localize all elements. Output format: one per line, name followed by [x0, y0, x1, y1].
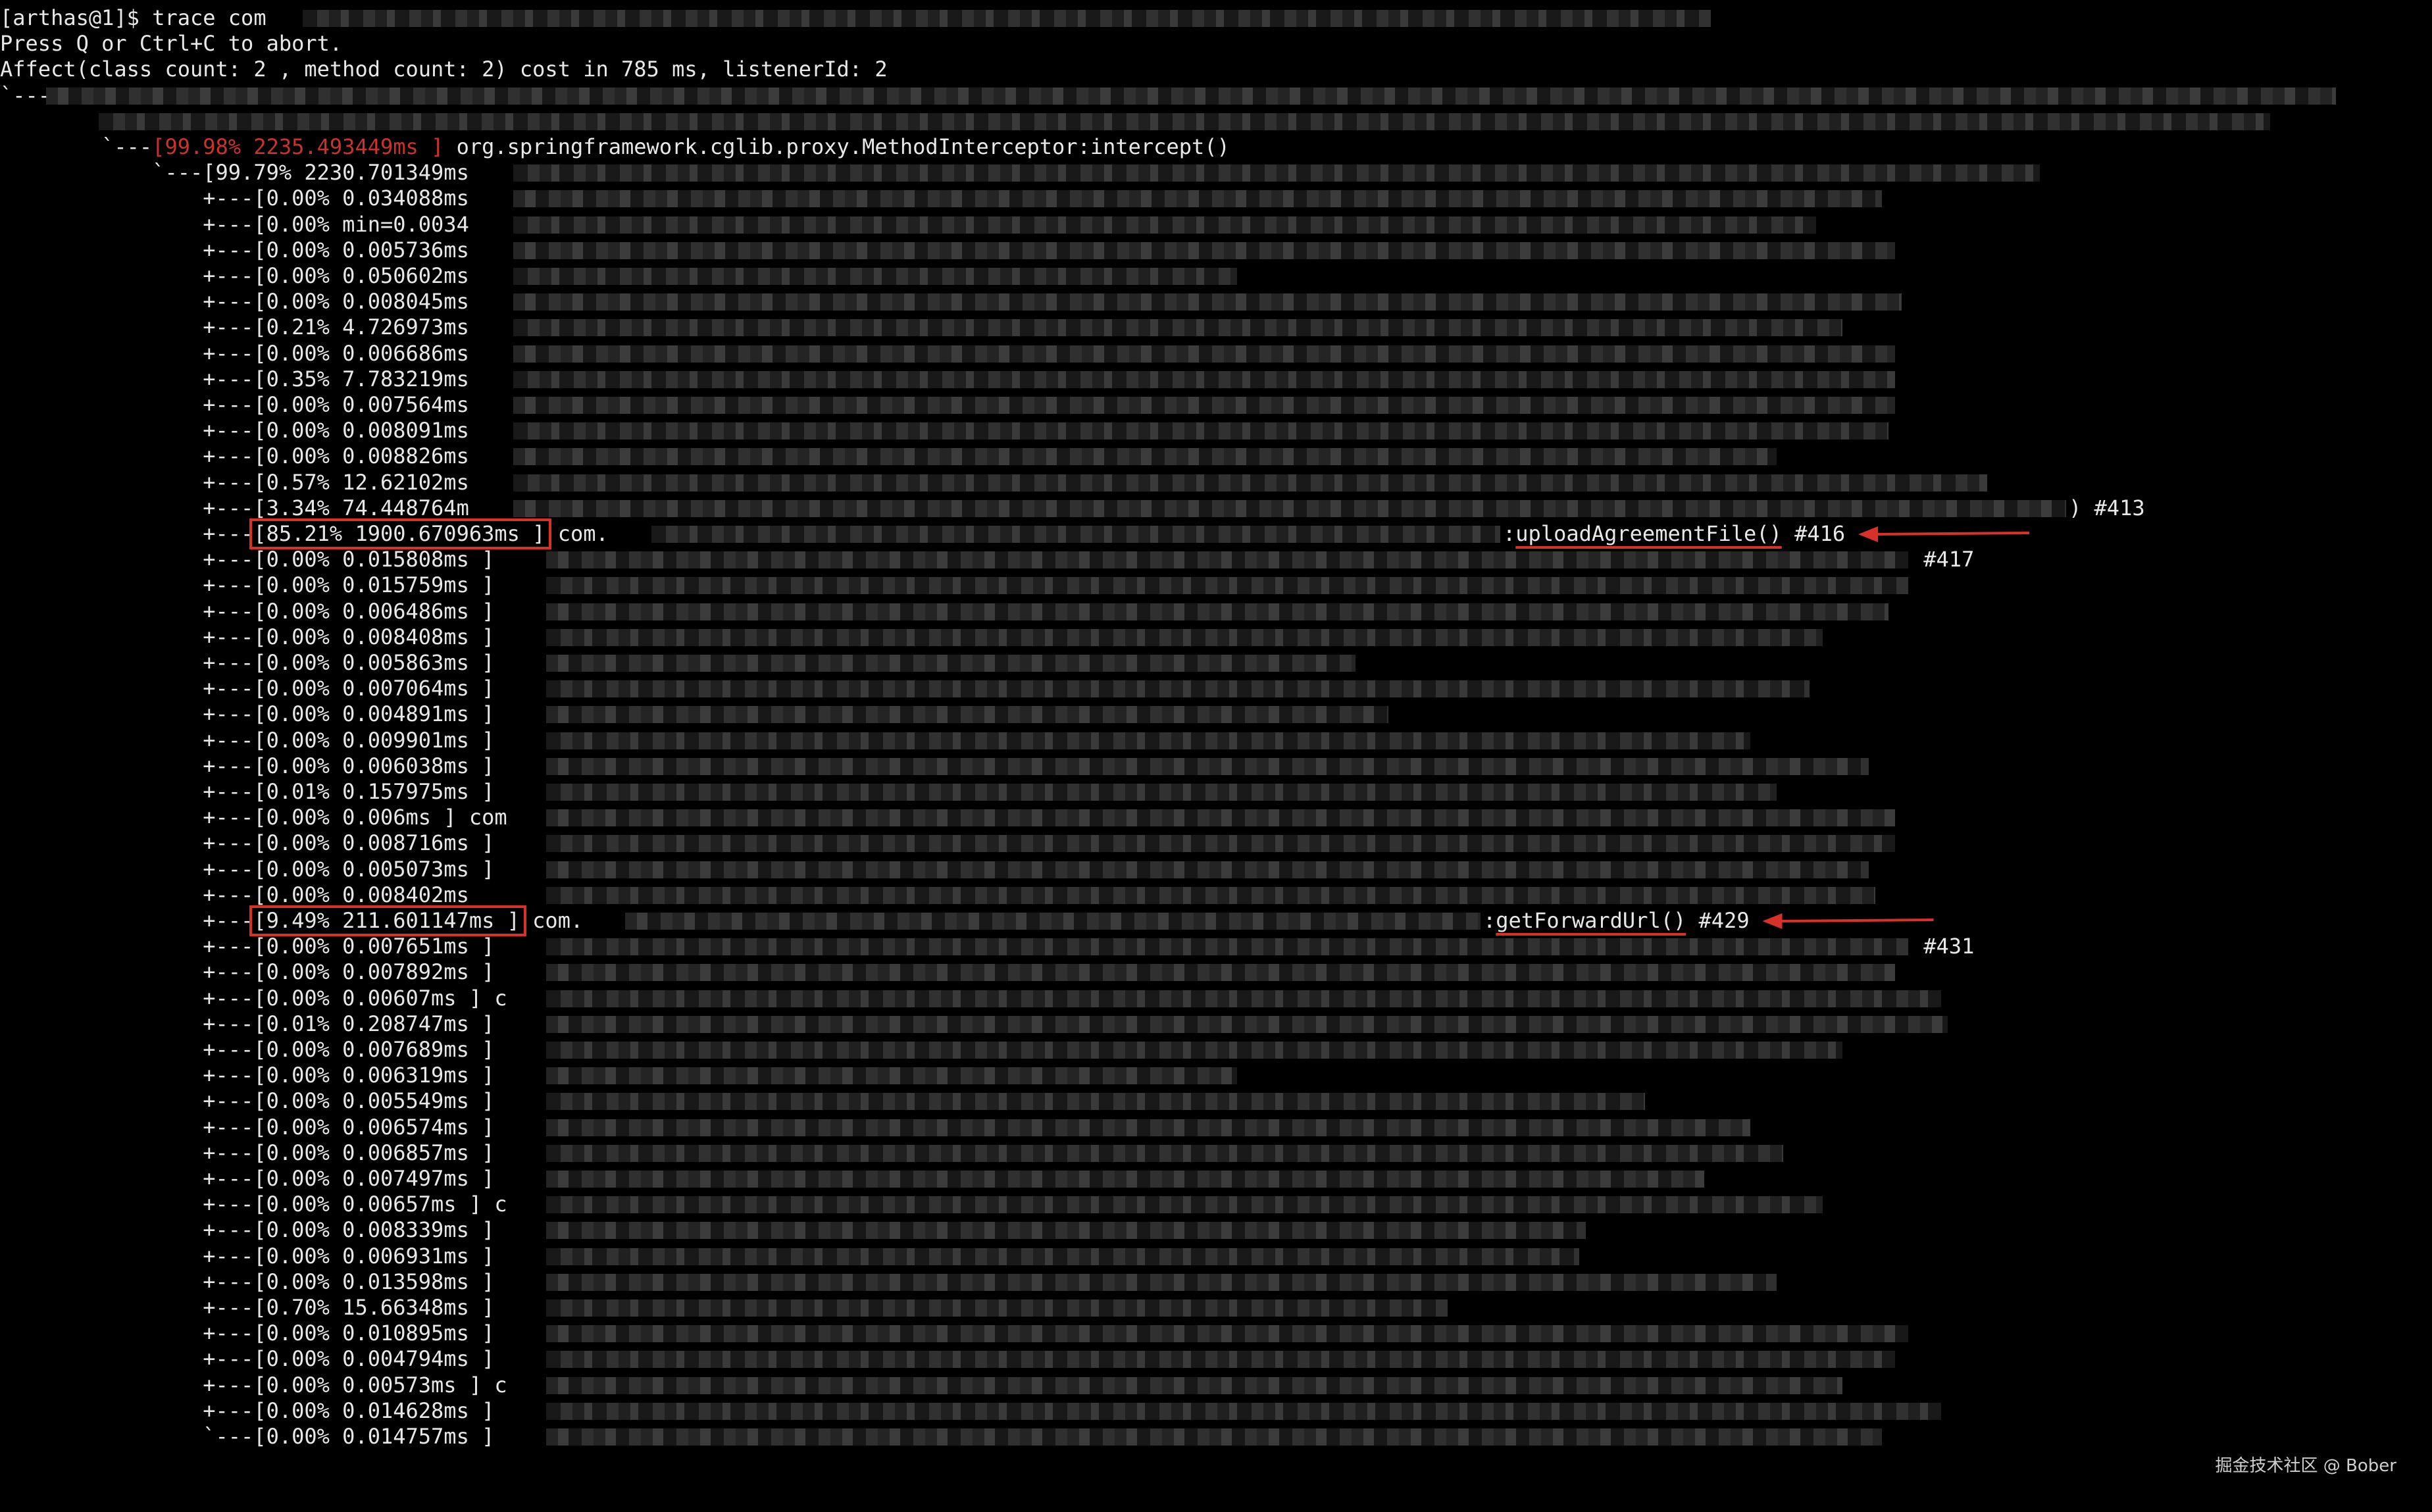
trace-node-line: +---[0.00% 0.013598ms ] [0, 1269, 494, 1295]
redacted-text [546, 1015, 1948, 1033]
redacted-text [546, 1351, 1895, 1369]
redacted-text [546, 1196, 1823, 1214]
node-timing: [0.00% 0.006319ms ] [253, 1063, 495, 1088]
redacted-text [546, 1222, 1586, 1240]
node-timing: [0.00% 0.00657ms ] c [253, 1192, 507, 1217]
trace-node-line: +---[0.00% 0.007497ms ] [0, 1166, 494, 1192]
tree-branch: +--- [0, 985, 254, 1011]
node-timing: [0.01% 0.208747ms ] [253, 1011, 495, 1036]
tree-branch: +--- [0, 1011, 254, 1036]
terminal-window[interactable]: [arthas@1]$ trace com Press Q or Ctrl+C t… [0, 0, 2432, 1512]
tree-branch: +--- [0, 1398, 254, 1423]
redacted-text [546, 1428, 1882, 1446]
trace-node-line: +---[0.01% 0.208747ms ] [0, 1011, 494, 1037]
redacted-text [546, 1299, 1448, 1317]
tree-branch: +--- [0, 1243, 254, 1269]
node-timing: [0.00% 0.007497ms ] [253, 1166, 495, 1191]
redacted-text [546, 990, 1941, 1007]
node-timing: [0.00% 0.006931ms ] [253, 1243, 495, 1269]
trace-node-line: +---[0.00% 0.006574ms ] [0, 1115, 494, 1140]
tree-branch: +--- [0, 1037, 254, 1062]
redacted-text [546, 1119, 1750, 1136]
tree-branch: +--- [0, 959, 254, 985]
tree-branch: `--- [0, 1424, 254, 1449]
trace-node-line: +---[0.00% 0.006931ms ] [0, 1244, 494, 1269]
node-timing: [0.00% 0.005549ms ] [253, 1088, 495, 1114]
trace-node-line: +---[0.00% 0.007892ms ] [0, 959, 494, 985]
redacted-text [546, 1325, 1908, 1343]
node-timing: [0.00% 0.010895ms ] [253, 1321, 495, 1346]
node-timing: [0.00% 0.013598ms ] [253, 1269, 495, 1294]
node-timing: [0.00% 0.008339ms ] [253, 1217, 495, 1243]
redacted-text [546, 1171, 1704, 1188]
node-timing: [0.00% 0.007689ms ] [253, 1037, 495, 1062]
redacted-text [546, 1042, 1842, 1059]
tree-branch: +--- [0, 1295, 254, 1320]
redacted-text [546, 1376, 1842, 1394]
tree-branch: +--- [0, 1140, 254, 1165]
redacted-text [546, 1067, 1237, 1085]
trace-node-line: +---[0.00% 0.007651ms ] [0, 934, 494, 959]
trace-node-line: +---[0.00% 0.006857ms ] [0, 1140, 494, 1166]
node-timing: [0.70% 15.66348ms ] [253, 1295, 495, 1320]
method-suffix: #431 [1911, 934, 1975, 959]
tree-branch: +--- [0, 1114, 254, 1140]
node-timing: [0.00% 0.00573ms ] c [253, 1372, 507, 1398]
trace-node-line: +---[0.00% 0.00607ms ] c [0, 986, 507, 1011]
tree-branch: +--- [0, 1088, 254, 1114]
redacted-text [546, 964, 1895, 982]
node-timing: [0.00% 0.014757ms ] [253, 1424, 495, 1449]
tree-branch: +--- [0, 1372, 254, 1398]
redacted-text [546, 1093, 1645, 1111]
watermark-text: 掘金技术社区 @ Bober [2215, 1456, 2396, 1476]
node-timing: [0.00% 0.007651ms ] [253, 934, 495, 959]
tree-branch: +--- [0, 1217, 254, 1243]
trace-node-line: +---[0.00% 0.004794ms ] [0, 1346, 494, 1372]
node-timing: [0.00% 0.014628ms ] [253, 1398, 495, 1423]
tree-branch: +--- [0, 1063, 254, 1088]
trace-node-line: +---[0.00% 0.010895ms ] [0, 1321, 494, 1346]
node-timing: [0.00% 0.004794ms ] [253, 1346, 495, 1372]
trace-node-line: +---[0.00% 0.00657ms ] c [0, 1192, 507, 1217]
tree-branch: +--- [0, 1321, 254, 1346]
redacted-text [546, 1144, 1783, 1162]
tree-branch: +--- [0, 1166, 254, 1191]
trace-node-line: +---[0.00% 0.00573ms ] c [0, 1373, 507, 1398]
tree-branch: +--- [0, 1269, 254, 1294]
trace-node-line: +---[0.00% 0.006319ms ] [0, 1063, 494, 1088]
redacted-text [546, 1247, 1579, 1265]
trace-node-line: +---[0.00% 0.005549ms ] [0, 1088, 494, 1114]
trace-node-line: +---[0.00% 0.014628ms ] [0, 1398, 494, 1424]
trace-node-line: +---[0.00% 0.007689ms ] [0, 1037, 494, 1063]
trace-node-line: +---[0.70% 15.66348ms ] [0, 1295, 494, 1321]
redacted-text [546, 1273, 1777, 1291]
tree-branch: +--- [0, 1192, 254, 1217]
redacted-text [546, 938, 1908, 956]
redacted-text [546, 1402, 1941, 1420]
trace-node-line: `---[0.00% 0.014757ms ] [0, 1424, 494, 1449]
tree-branch: +--- [0, 934, 254, 959]
node-timing: [0.00% 0.007892ms ] [253, 959, 495, 985]
node-timing: [0.00% 0.006574ms ] [253, 1114, 495, 1140]
trace-node-line: +---[0.00% 0.008339ms ] [0, 1217, 494, 1243]
node-timing: [0.00% 0.00607ms ] c [253, 985, 507, 1011]
node-timing: [0.00% 0.006857ms ] [253, 1140, 495, 1165]
tree-branch: +--- [0, 1346, 254, 1372]
